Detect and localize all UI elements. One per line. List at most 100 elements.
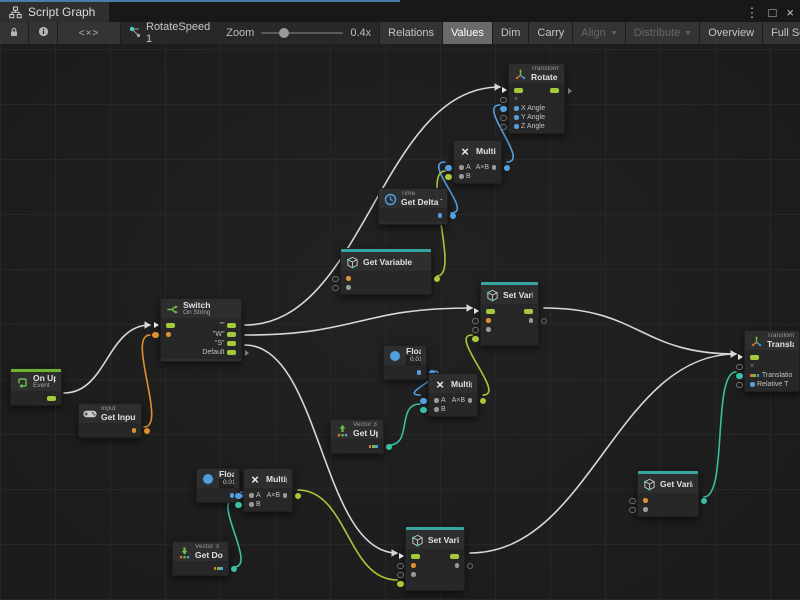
- node-title: Multiply: [266, 475, 287, 484]
- node-header: Get Variable: [638, 474, 698, 493]
- flow-port[interactable]: [227, 350, 236, 355]
- port-connector[interactable]: [500, 115, 507, 122]
- node-set-variable-bottom[interactable]: Set Variable: [405, 526, 465, 591]
- flow-port[interactable]: [411, 554, 420, 559]
- zoom-slider[interactable]: [261, 32, 343, 34]
- port-connector[interactable]: [231, 566, 238, 573]
- node-rotate[interactable]: TransformRotate×X AngleY AngleZ Angle: [508, 63, 565, 134]
- tab-script-graph[interactable]: Script Graph: [0, 2, 109, 22]
- node-get-variable-br[interactable]: Get Variable: [637, 470, 699, 517]
- port-type-dot: [249, 493, 254, 498]
- node-header: Vector 3Get Down: [173, 542, 228, 561]
- flow-port[interactable]: [750, 355, 759, 360]
- node-header: Float0.01: [384, 346, 426, 365]
- node-multiply-top[interactable]: ×MultiplyAA×BB: [453, 140, 502, 184]
- close-icon[interactable]: ×: [786, 6, 794, 19]
- port-connector[interactable]: [144, 428, 151, 435]
- node-get-down[interactable]: Vector 3Get Down: [172, 541, 229, 576]
- flow-port[interactable]: [524, 309, 533, 314]
- flow-port[interactable]: [486, 309, 495, 314]
- zoom-slider-handle[interactable]: [279, 28, 289, 38]
- port-connector[interactable]: [472, 318, 479, 325]
- port-connector[interactable]: [235, 493, 242, 500]
- port-connector[interactable]: [445, 174, 452, 181]
- flow-port[interactable]: [47, 396, 56, 401]
- node-get-delta-time[interactable]: TimeGet Delta Time: [378, 188, 448, 225]
- flow-port[interactable]: [227, 332, 236, 337]
- port-connector[interactable]: [434, 276, 441, 283]
- node-translate[interactable]: TransformTranslati×TranslatioRelative T: [744, 330, 800, 392]
- node-multiply-bottom[interactable]: ×MultiplyAA×BB: [243, 468, 293, 512]
- flow-port[interactable]: [550, 88, 559, 93]
- port-connector[interactable]: [629, 498, 636, 505]
- node-on-update[interactable]: On UpdateEvent: [10, 368, 62, 406]
- port-connector[interactable]: [397, 572, 404, 579]
- lock-button[interactable]: [0, 22, 29, 44]
- graph-canvas[interactable]: On UpdateEvent InputGet Input Strin Switch…: [0, 44, 800, 600]
- port-type-dot: [417, 370, 422, 375]
- lock-icon: [9, 27, 19, 40]
- node-set-variable-mid[interactable]: Set Variable: [480, 281, 539, 346]
- code-view-button[interactable]: <×>: [58, 22, 121, 44]
- toolbar-button-relations[interactable]: Relations: [379, 22, 442, 44]
- toolbar-button-carry[interactable]: Carry: [528, 22, 572, 44]
- toolbar-button-overview[interactable]: Overview: [699, 22, 762, 44]
- port-connector[interactable]: [235, 502, 242, 509]
- node-port-row: "": [161, 321, 241, 330]
- port-type-dot: [468, 398, 473, 403]
- port-connector[interactable]: [397, 563, 404, 570]
- port-connector[interactable]: [420, 398, 427, 405]
- toolbar-button-align[interactable]: Align: [572, 22, 624, 44]
- port-connector[interactable]: [500, 97, 507, 104]
- toolbar-button-full-screen[interactable]: Full Screen: [762, 22, 800, 44]
- port-connector[interactable]: [450, 213, 457, 220]
- port-connector[interactable]: [332, 276, 339, 283]
- port-connector[interactable]: [701, 498, 708, 505]
- node-switch-on-string[interactable]: SwitchOn String"""W""S"Default: [160, 298, 242, 362]
- toolbar-button-values[interactable]: Values: [442, 22, 492, 44]
- port-connector[interactable]: [472, 336, 479, 343]
- port-connector[interactable]: [500, 124, 507, 131]
- node-float-mid[interactable]: Float0.01: [383, 345, 427, 380]
- flow-port[interactable]: [166, 323, 175, 328]
- info-button[interactable]: [29, 22, 58, 44]
- port-connector[interactable]: [736, 373, 743, 380]
- node-title: Float: [406, 347, 421, 356]
- flow-port[interactable]: [227, 341, 236, 346]
- port-connector[interactable]: [480, 398, 487, 405]
- node-multiply-mid[interactable]: ×MultiplyAA×BB: [428, 373, 478, 417]
- port-connector[interactable]: [629, 507, 636, 514]
- node-get-variable-top[interactable]: Get Variable: [340, 248, 432, 295]
- port-connector[interactable]: [152, 332, 159, 339]
- port-connector[interactable]: [504, 165, 511, 172]
- node-get-up[interactable]: Vector 3Get Up: [330, 419, 384, 454]
- node-title: Translati: [767, 340, 794, 349]
- port-connector[interactable]: [500, 106, 507, 113]
- port-connector[interactable]: [420, 407, 427, 414]
- toolbar-button-dim[interactable]: Dim: [492, 22, 529, 44]
- port-connector[interactable]: [332, 285, 339, 292]
- toolbar-button-distribute[interactable]: Distribute: [625, 22, 699, 44]
- port-connector[interactable]: [295, 493, 302, 500]
- node-value-field[interactable]: 0.01: [219, 479, 234, 488]
- graph-reference[interactable]: RotateSpeed 1: [121, 22, 218, 44]
- node-port-row: [379, 211, 447, 220]
- flow-port[interactable]: [450, 554, 459, 559]
- flow-port[interactable]: [227, 323, 236, 328]
- node-value-field[interactable]: 0.01: [406, 356, 421, 365]
- more-menu-icon[interactable]: ⋮: [746, 6, 759, 19]
- flow-port[interactable]: [514, 88, 523, 93]
- port-connector[interactable]: [472, 327, 479, 334]
- port-connector[interactable]: [467, 563, 474, 570]
- port-connector[interactable]: [397, 581, 404, 588]
- port-connector[interactable]: [736, 364, 743, 371]
- maximize-icon[interactable]: □: [769, 6, 777, 19]
- gamepad-icon: [83, 407, 97, 421]
- port-connector[interactable]: [386, 444, 393, 451]
- port-connector[interactable]: [445, 165, 452, 172]
- port-connector[interactable]: [541, 318, 548, 325]
- tab-title: Script Graph: [28, 5, 95, 19]
- node-get-input-string[interactable]: InputGet Input Strin: [78, 403, 142, 438]
- port-connector[interactable]: [736, 382, 743, 389]
- node-float-bottom[interactable]: Float0.01: [196, 468, 240, 503]
